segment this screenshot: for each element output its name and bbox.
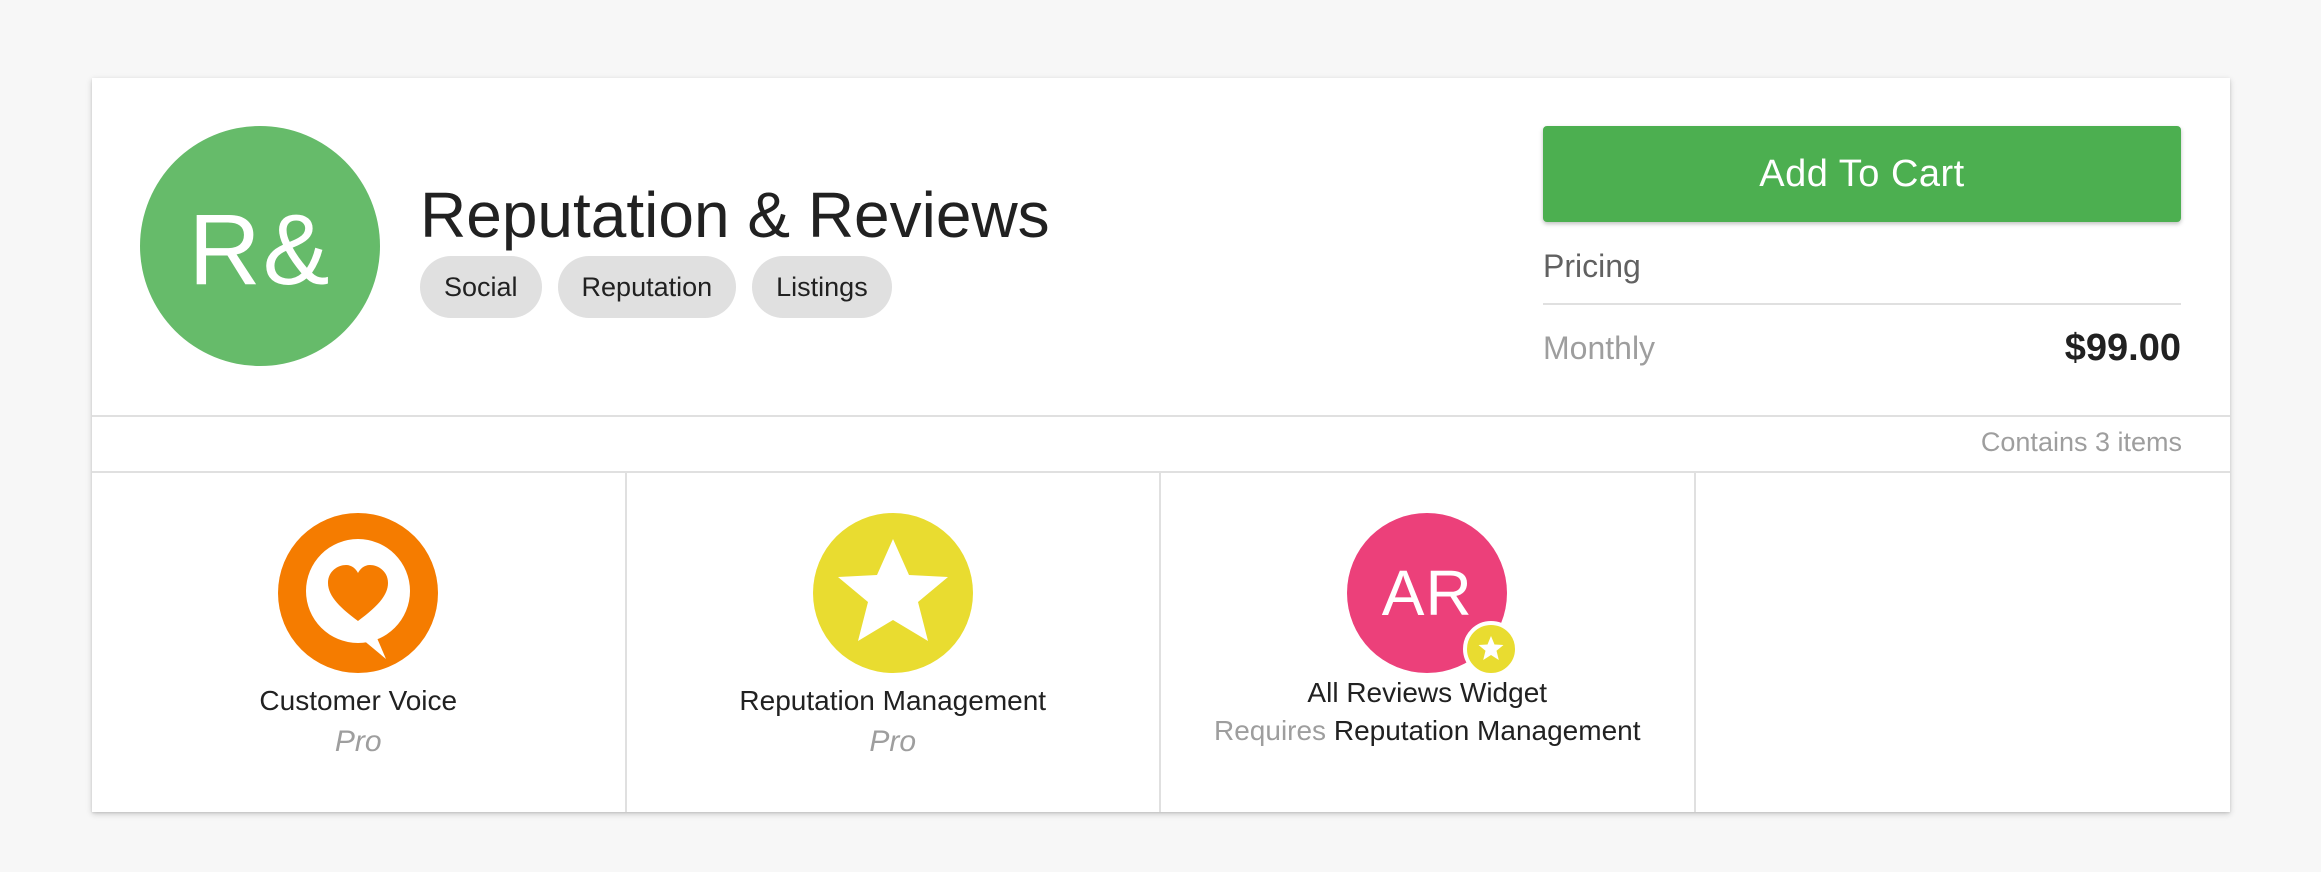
tag-reputation[interactable]: Reputation — [557, 256, 737, 318]
contents-count: Contains 3 items — [1980, 427, 2182, 457]
tag-listings[interactable]: Listings — [752, 256, 892, 318]
product-header: R& Reputation & Reviews Social Reputatio… — [92, 78, 2230, 417]
star-icon — [812, 513, 973, 673]
required-product-link[interactable]: Reputation Management — [1334, 715, 1641, 746]
purchase-panel: Add To Cart Pricing Monthly $99.00 — [1543, 126, 2181, 370]
item-name: Reputation Management — [739, 685, 1047, 716]
pricing-label: Pricing — [1543, 248, 2181, 305]
pricing-period: Monthly — [1543, 330, 1656, 366]
category-tags: Social Reputation Listings — [420, 256, 892, 318]
tag-social[interactable]: Social — [420, 256, 542, 318]
item-edition: Pro — [334, 725, 382, 758]
pricing-row: Monthly $99.00 — [1543, 327, 2181, 370]
item-name: All Reviews Widget — [1307, 677, 1548, 708]
item-empty-slot — [1696, 473, 2231, 812]
add-to-cart-button[interactable]: Add To Cart — [1543, 126, 2181, 222]
star-badge-icon — [1463, 621, 1520, 677]
item-name: Customer Voice — [259, 685, 458, 716]
speech-bubble-heart-icon — [278, 513, 439, 673]
contents-summary-row: Contains 3 items — [92, 417, 2230, 473]
item-requirement: Requires Reputation Management — [1161, 715, 1694, 747]
pricing-price: $99.00 — [2064, 327, 2181, 369]
all-reviews-widget-logo: AR — [1347, 513, 1520, 677]
product-logo: R& — [140, 126, 380, 366]
item-customer-voice[interactable]: Customer Voice Pro — [92, 473, 627, 812]
item-edition: Pro — [869, 725, 917, 758]
product-card: R& Reputation & Reviews Social Reputatio… — [92, 78, 2230, 812]
requires-label: Requires — [1214, 715, 1327, 746]
product-logo-text: R& — [188, 193, 332, 306]
included-items: Customer Voice Pro Reputation Management… — [92, 473, 2230, 812]
item-logo-text: AR — [1381, 557, 1473, 629]
item-all-reviews-widget[interactable]: AR All Reviews Widget Requires Reputatio… — [1161, 473, 1696, 812]
product-title: Reputation & Reviews — [420, 179, 1050, 251]
item-reputation-management[interactable]: Reputation Management Pro — [627, 473, 1161, 812]
